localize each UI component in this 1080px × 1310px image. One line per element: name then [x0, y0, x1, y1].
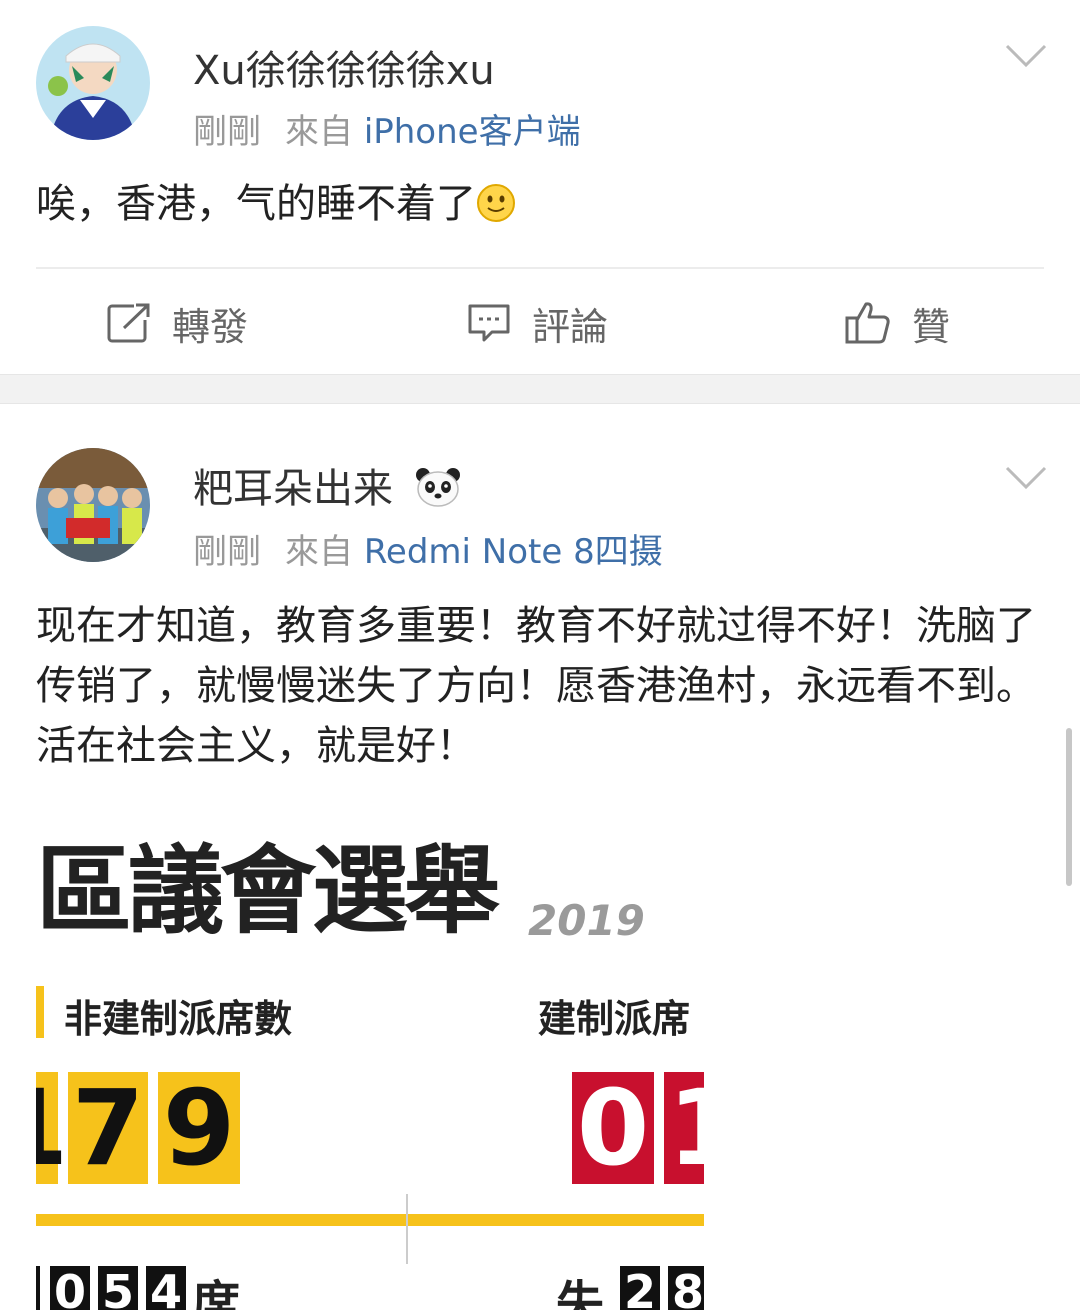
left-seat-label: 非建制派席數: [64, 997, 293, 1041]
post-source[interactable]: Redmi Note 8四摄: [364, 532, 663, 572]
action-bar: 轉發 評論 贊: [0, 290, 1080, 356]
like-button[interactable]: 贊: [844, 290, 950, 356]
post-text: 唉，香港，气的睡不着了: [36, 181, 476, 227]
left-digit: 1: [36, 1067, 68, 1189]
bottom-left-digit: 0: [50, 1265, 90, 1310]
repost-button[interactable]: 轉發: [106, 290, 248, 356]
avatar[interactable]: [36, 26, 150, 140]
post-source[interactable]: iPhone客户端: [364, 112, 581, 152]
bottom-right-digit: 2: [620, 1265, 660, 1310]
post-meta: 剛剛 來自 Redmi Note 8四摄: [193, 524, 663, 573]
center-tick: [406, 1194, 408, 1264]
like-label: 贊: [912, 304, 951, 349]
right-digit: 0: [572, 1067, 654, 1189]
bottom-right-prefix: 失: [556, 1276, 605, 1310]
left-digit: 7: [68, 1067, 148, 1189]
image-title: 區議會選舉: [36, 836, 500, 947]
post-image[interactable]: 區議會選舉 2019 非建制派席數 建制派席 1 7 9 0 1 1 0 5 4…: [36, 836, 704, 1310]
post-separator: [0, 374, 1080, 404]
comment-label: 評論: [532, 304, 609, 349]
left-digit: 9: [158, 1067, 240, 1189]
post-content: 现在才知道，教育多重要！教育不好就过得不好！洗脑了传销了，就慢慢迷失了方向！愿香…: [36, 603, 1036, 769]
smiley-emoji-icon: [477, 184, 515, 222]
panda-emoji-icon: [415, 468, 460, 507]
comment-icon: [468, 304, 510, 342]
comment-button[interactable]: 評論: [466, 290, 608, 356]
right-digit: 1: [664, 1067, 704, 1189]
chevron-down-icon[interactable]: [1004, 464, 1048, 492]
divider: [36, 267, 1044, 269]
from-prefix: 來自: [285, 532, 353, 572]
bottom-left-digit: 4: [146, 1265, 186, 1310]
divider-line: [36, 1214, 704, 1226]
right-seat-label: 建制派席: [538, 997, 691, 1041]
chevron-down-icon[interactable]: [1004, 42, 1048, 70]
from-prefix: 來自: [285, 112, 353, 152]
post-content: 唉，香港，气的睡不着了: [36, 174, 1040, 234]
avatar[interactable]: [36, 448, 150, 562]
post-card: Xu徐徐徐徐徐xu 剛剛來自 iPhone客户端 唉，香港，气的睡不着了 轉發: [0, 0, 1080, 374]
post-card: 粑耳朵出来 剛剛 來自 Redmi Note 8四摄 现在才知道，教育多重要！教育…: [0, 404, 1080, 1310]
post-time: 剛剛: [193, 112, 261, 152]
bottom-left-digit: 1: [36, 1265, 40, 1310]
post-time: 剛剛: [193, 532, 261, 572]
scrollbar[interactable]: [1066, 728, 1072, 886]
bottom-left-suffix: 席: [192, 1276, 241, 1310]
thumbs-up-icon: [845, 302, 890, 344]
image-year: 2019: [528, 896, 645, 945]
label-accent-bar: [36, 986, 44, 1038]
username[interactable]: 粑耳朵出来: [193, 456, 462, 514]
bottom-right-digit: 8: [668, 1265, 704, 1310]
username-text: 粑耳朵出来: [193, 466, 393, 512]
repost-label: 轉發: [172, 304, 249, 349]
username[interactable]: Xu徐徐徐徐徐xu: [193, 38, 495, 96]
repost-icon: [107, 303, 150, 343]
post-meta: 剛剛 來自 iPhone客户端: [193, 104, 581, 153]
bottom-left-digit: 5: [98, 1265, 138, 1310]
